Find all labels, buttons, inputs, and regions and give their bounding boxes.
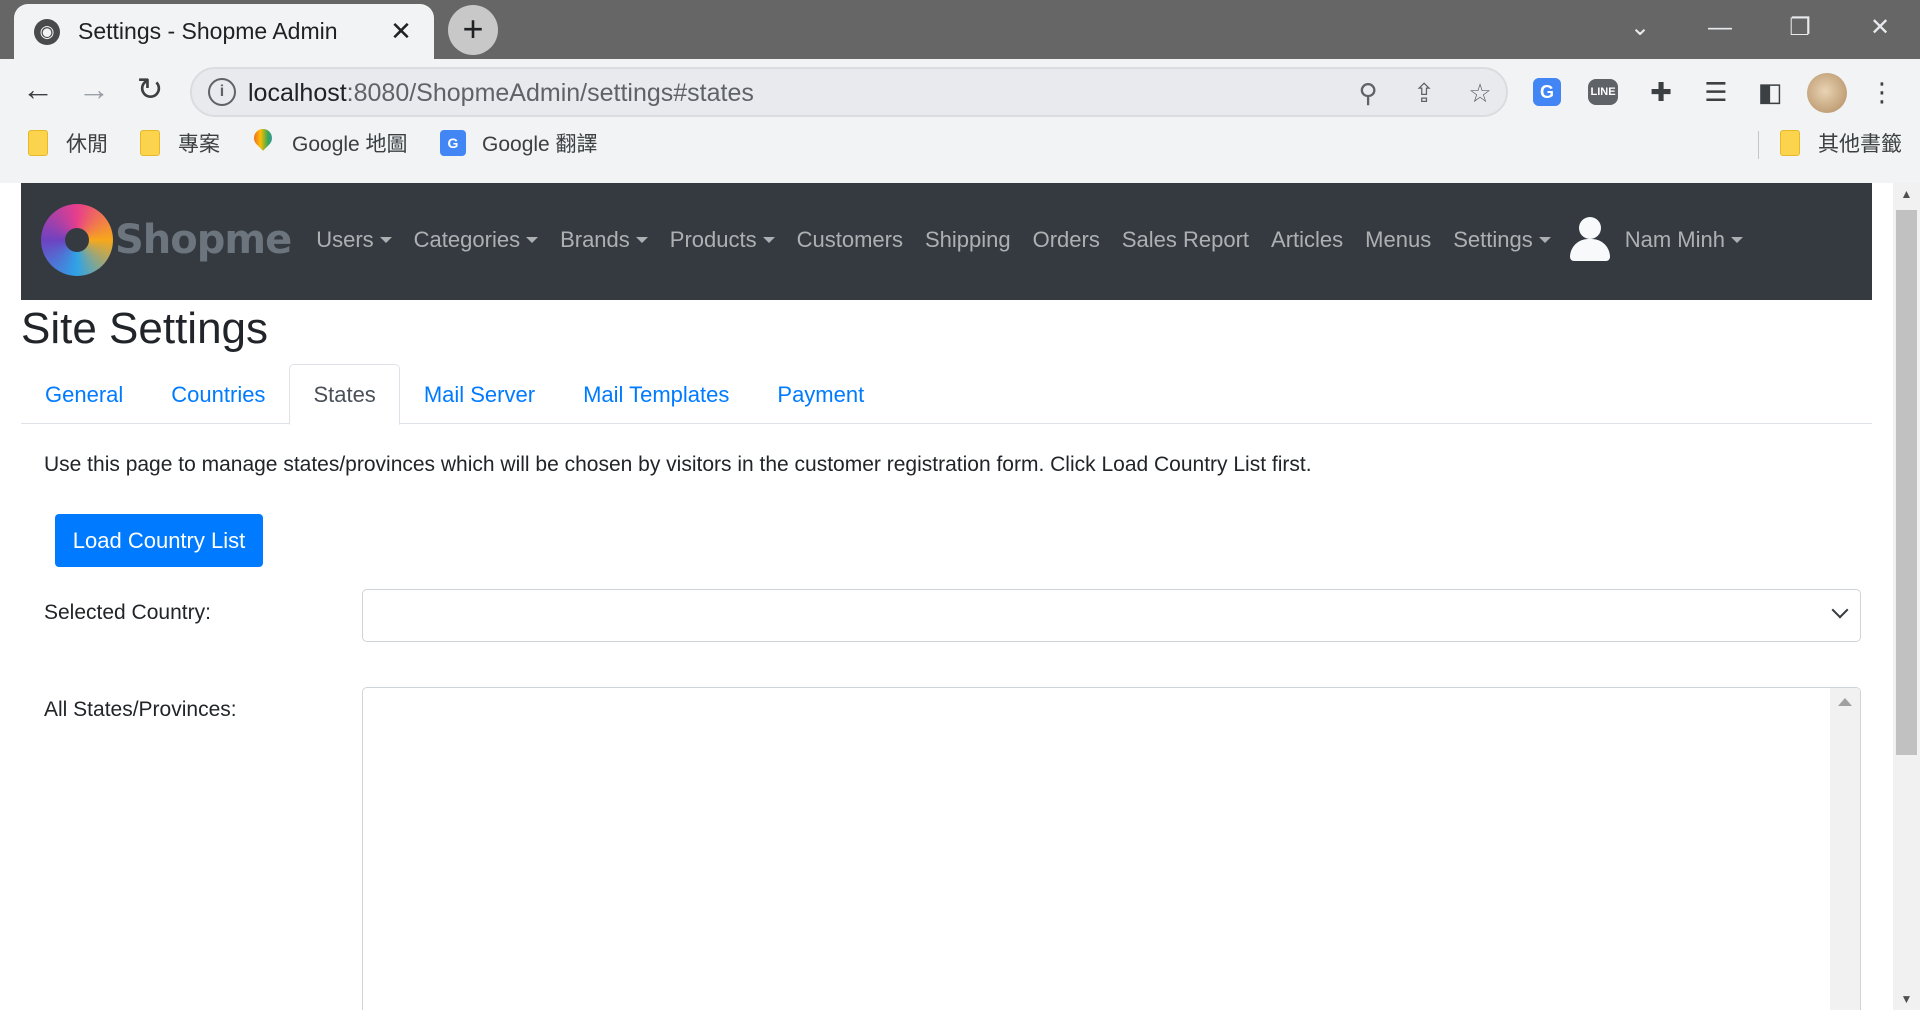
nav-users[interactable]: Users [305, 227, 402, 253]
bookmark-label: Google 翻譯 [482, 133, 598, 156]
tab-title: Settings - Shopme Admin [78, 18, 338, 44]
tab-general[interactable]: General [21, 364, 147, 423]
nav-settings[interactable]: Settings [1442, 227, 1562, 253]
tab-payment[interactable]: Payment [753, 364, 888, 423]
tab-countries[interactable]: Countries [147, 364, 289, 423]
url-text[interactable]: localhost:8080/ShopmeAdmin/settings#stat… [248, 79, 754, 108]
forward-arrow-icon[interactable]: → [72, 67, 116, 111]
shopme-logo-icon [41, 204, 113, 276]
bookmark-item[interactable]: Google 地圖 [252, 128, 408, 158]
folder-icon [28, 130, 48, 156]
profile-avatar[interactable] [1807, 73, 1847, 113]
states-intro-text: Use this page to manage states/provinces… [44, 453, 1312, 476]
share-icon[interactable]: ⇪ [1406, 75, 1442, 111]
admin-navbar: Shopme Users Categories Brands Products … [21, 183, 1872, 300]
brand-logo-link[interactable]: Shopme [41, 204, 292, 276]
page-scrollbar[interactable]: ▲ ▼ [1893, 183, 1920, 1010]
states-listbox[interactable] [362, 687, 1861, 1010]
folder-icon [140, 130, 160, 156]
google-maps-icon [252, 129, 274, 157]
browser-tabstrip: ◉ Settings - Shopme Admin ✕ + ⌄ — ❐ ✕ [0, 0, 1920, 59]
line-extension-icon[interactable]: LINE [1588, 79, 1618, 105]
page-scrollbar-thumb[interactable] [1896, 210, 1917, 755]
google-translate-icon: G [440, 130, 466, 156]
back-arrow-icon[interactable]: ← [16, 67, 60, 111]
zoom-icon[interactable]: ⚲ [1350, 75, 1386, 111]
url-host: localhost [248, 79, 347, 107]
globe-icon: ◉ [34, 18, 60, 45]
load-country-list-button[interactable]: Load Country List [55, 514, 263, 567]
folder-icon [1780, 130, 1800, 156]
new-tab-button[interactable]: + [448, 5, 498, 55]
menu-kebab-icon[interactable]: ⋮ [1862, 72, 1902, 112]
page-title: Site Settings [21, 304, 269, 353]
bookmark-label: Google 地圖 [292, 133, 408, 156]
listbox-scrollbar[interactable] [1830, 688, 1860, 1010]
bookmark-divider [1758, 131, 1759, 159]
nav-categories[interactable]: Categories [403, 227, 549, 253]
nav-articles[interactable]: Articles [1260, 227, 1354, 253]
nav-products[interactable]: Products [659, 227, 786, 253]
nav-sales-report[interactable]: Sales Report [1111, 227, 1260, 253]
other-bookmarks[interactable]: 其他書籤 [1780, 128, 1902, 158]
google-translate-extension-icon[interactable]: G [1533, 78, 1561, 106]
address-bar[interactable]: i localhost:8080/ShopmeAdmin/settings#st… [190, 67, 1508, 117]
nav-customers[interactable]: Customers [786, 227, 914, 253]
bookmark-item[interactable]: 專案 [140, 128, 220, 158]
page-viewport: Shopme Users Categories Brands Products … [0, 183, 1920, 1010]
side-panel-icon[interactable]: ◧ [1750, 72, 1790, 112]
nav-brands[interactable]: Brands [549, 227, 659, 253]
browser-tab-active[interactable]: ◉ Settings - Shopme Admin ✕ [14, 4, 434, 59]
extensions-puzzle-icon[interactable]: ✚ [1641, 72, 1681, 112]
scroll-up-arrow-icon[interactable] [1838, 698, 1852, 706]
country-select[interactable] [362, 589, 1861, 642]
chevron-down-icon [1831, 601, 1849, 619]
settings-tabs: General Countries States Mail Server Mai… [21, 364, 1872, 425]
restore-icon[interactable]: ❐ [1780, 8, 1820, 48]
tab-mail-templates[interactable]: Mail Templates [559, 364, 753, 423]
tab-search-chevron-icon[interactable]: ⌄ [1620, 8, 1660, 48]
brand-text: Shopme [115, 217, 292, 263]
states-label: All States/Provinces: [44, 698, 237, 721]
bookmark-label: 休閒 [66, 133, 108, 156]
bookmark-item[interactable]: G Google 翻譯 [440, 128, 598, 158]
site-info-icon[interactable]: i [208, 78, 236, 106]
minimize-icon[interactable]: — [1700, 8, 1740, 48]
scroll-down-arrow-icon[interactable]: ▼ [1893, 988, 1920, 1010]
tab-close-icon[interactable]: ✕ [386, 16, 416, 47]
nav-orders[interactable]: Orders [1022, 227, 1111, 253]
reading-list-icon[interactable]: ☰ [1696, 72, 1736, 112]
scroll-up-arrow-icon[interactable]: ▲ [1893, 183, 1920, 205]
selected-country-label: Selected Country: [44, 601, 211, 624]
bookmark-item[interactable]: 休閒 [28, 128, 108, 158]
window-close-icon[interactable]: ✕ [1860, 8, 1900, 48]
tab-mail-server[interactable]: Mail Server [400, 364, 559, 423]
url-path: :8080/ShopmeAdmin/settings#states [346, 79, 754, 107]
nav-shipping[interactable]: Shipping [914, 227, 1022, 253]
tab-states[interactable]: States [289, 364, 400, 425]
user-icon[interactable] [1569, 217, 1610, 263]
reload-icon[interactable]: ↻ [128, 67, 172, 111]
bookmark-star-icon[interactable]: ☆ [1462, 75, 1498, 111]
browser-toolbar: ← → ↻ i localhost:8080/ShopmeAdmin/setti… [0, 59, 1920, 183]
bookmark-label: 專案 [178, 133, 220, 156]
bookmark-label: 其他書籤 [1818, 133, 1902, 156]
nav-user-menu[interactable]: Nam Minh [1614, 227, 1754, 253]
nav-menus[interactable]: Menus [1354, 227, 1442, 253]
